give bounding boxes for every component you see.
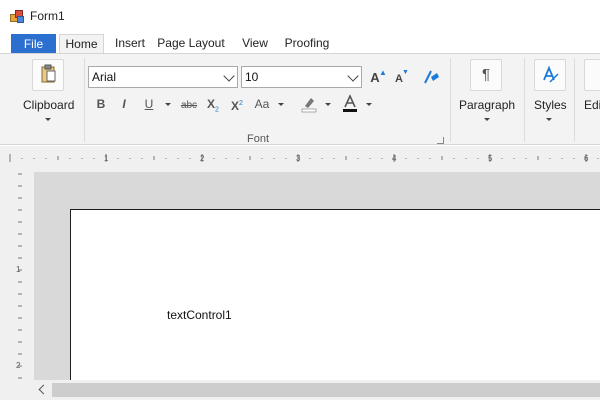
document-workspace: textControl1: [34, 172, 600, 382]
chevron-down-icon[interactable]: [325, 103, 331, 106]
superscript-digit: 2: [239, 100, 243, 107]
italic-icon: I: [122, 97, 126, 111]
paragraph-button[interactable]: ¶ Paragraph: [455, 58, 519, 128]
chevron-down-icon[interactable]: [278, 103, 284, 106]
tab-view[interactable]: View: [238, 34, 272, 54]
ruler-mark-label: 2: [200, 154, 205, 163]
shrink-font-button[interactable]: A ▼: [390, 68, 409, 88]
strikethrough-icon: abc: [180, 100, 198, 111]
clipboard-button[interactable]: Clipboard: [16, 58, 80, 128]
font-color-button[interactable]: [340, 94, 360, 114]
tab-file[interactable]: File: [11, 34, 56, 54]
ruler-mark-label: 4: [392, 154, 397, 163]
highlighter-icon: [301, 98, 317, 113]
chevron-down-icon: [45, 118, 51, 121]
ruler-mark-label: 1: [16, 265, 21, 274]
subscript-digit: 2: [215, 106, 219, 114]
title-bar: Form1: [0, 0, 600, 32]
editing-icon: [584, 59, 600, 91]
window-title: Form1: [30, 9, 65, 23]
horizontal-scrollbar[interactable]: [34, 380, 600, 400]
font-size-combo[interactable]: 10: [241, 66, 362, 88]
bold-button[interactable]: B: [92, 94, 110, 114]
tab-page-layout[interactable]: Page Layout: [155, 34, 227, 54]
styles-icon: [534, 59, 566, 91]
font-name-combo[interactable]: Arial: [88, 66, 238, 88]
underline-icon: U: [144, 97, 154, 111]
styles-label: Styles: [534, 98, 567, 112]
ribbon-home: Clipboard Arial 10 A ▲ A ▼ B I U abc X2 X2: [0, 53, 600, 145]
chevron-down-icon: [546, 118, 552, 121]
bold-icon: B: [96, 97, 106, 111]
ruler-mark-label: 1: [104, 154, 109, 163]
group-separator: [84, 58, 85, 142]
ruler-mark-label: 3: [296, 154, 301, 163]
chevron-down-icon[interactable]: [366, 103, 372, 106]
tab-insert[interactable]: Insert: [112, 34, 148, 54]
superscript-button[interactable]: X2: [228, 94, 246, 114]
clear-formatting-icon: [424, 70, 439, 84]
font-dialog-launcher[interactable]: [437, 137, 444, 144]
document-text[interactable]: textControl1: [167, 308, 232, 322]
tab-proofing[interactable]: Proofing: [280, 34, 334, 54]
change-case-button[interactable]: Aa: [252, 94, 272, 114]
ribbon-tabs: File Home Insert Page Layout View Proofi…: [0, 32, 600, 55]
font-color-icon: [343, 94, 357, 112]
ruler-mark-label: 5: [488, 154, 493, 163]
grow-font-button[interactable]: A ▲: [366, 68, 387, 88]
styles-button[interactable]: Styles: [528, 58, 570, 128]
font-name-value: Arial: [92, 70, 117, 84]
subscript-icon: X: [207, 97, 216, 111]
pilcrow-icon: ¶: [470, 59, 502, 91]
horizontal-ruler: 1 2 3 4 5 6: [9, 154, 599, 163]
ruler-mark-label: 2: [16, 361, 21, 370]
clear-formatting-button[interactable]: [420, 67, 442, 87]
font-group-label: Font: [247, 133, 270, 145]
chevron-down-icon[interactable]: [347, 70, 359, 82]
highlight-color-button[interactable]: [298, 94, 320, 114]
tab-home[interactable]: Home: [59, 34, 104, 55]
paragraph-label: Paragraph: [459, 98, 516, 112]
editing-button[interactable]: Edi: [578, 58, 600, 128]
strikethrough-button[interactable]: abc: [178, 94, 200, 114]
editing-label: Edi: [584, 98, 600, 112]
subscript-button[interactable]: X2: [204, 94, 222, 114]
document-page[interactable]: textControl1: [70, 209, 600, 382]
superscript-icon: X: [231, 99, 240, 113]
vertical-ruler: 12: [8, 172, 26, 382]
underline-button[interactable]: U: [140, 94, 158, 114]
chevron-down-icon[interactable]: [165, 103, 171, 106]
app-icon: [10, 10, 26, 24]
scroll-left-icon[interactable]: [38, 384, 49, 395]
group-separator: [524, 58, 525, 142]
chevron-down-icon[interactable]: [223, 70, 235, 82]
group-separator: [450, 58, 451, 142]
clipboard-icon: [32, 59, 64, 91]
change-case-icon: Aa: [254, 97, 270, 111]
font-size-value: 10: [245, 70, 259, 84]
italic-button[interactable]: I: [115, 94, 133, 114]
group-separator: [574, 58, 575, 142]
ruler-mark-label: 6: [584, 154, 589, 163]
clipboard-label: Clipboard: [23, 98, 75, 112]
chevron-down-icon: [484, 118, 490, 121]
scroll-thumb[interactable]: [52, 383, 600, 397]
